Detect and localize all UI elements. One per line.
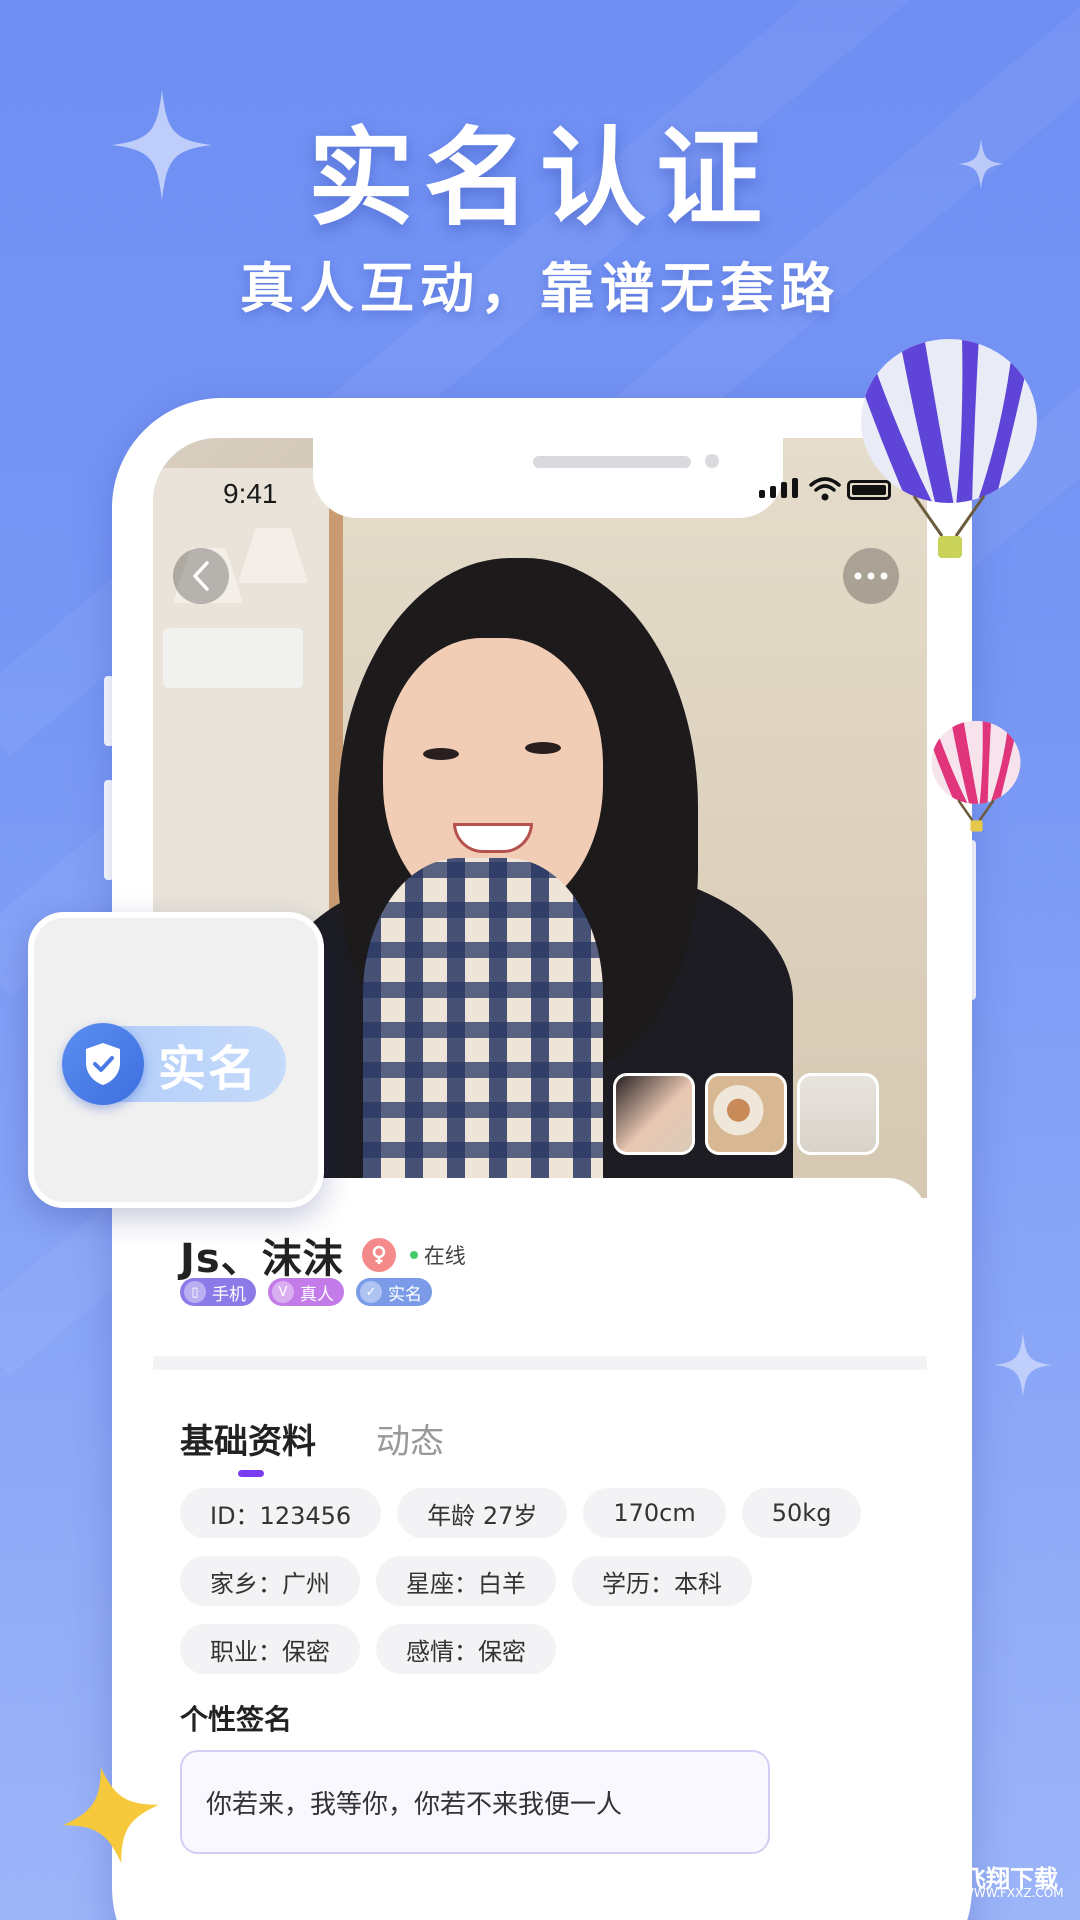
hot-air-balloon-icon bbox=[931, 720, 1021, 832]
name-row: Js、沫沫 在线 bbox=[180, 1226, 466, 1284]
page-subtitle: 真人互动，靠谱无套路 bbox=[240, 257, 840, 320]
photo-thumbnails bbox=[613, 1073, 879, 1155]
badge-real-name: ✓ 实名 bbox=[356, 1278, 432, 1306]
tag-hometown: 家乡：广州 bbox=[180, 1556, 360, 1606]
tag-weight: 50kg bbox=[741, 1488, 862, 1538]
hot-air-balloon-icon bbox=[861, 339, 1037, 558]
badge-phone: ▯ 手机 bbox=[180, 1278, 256, 1306]
section-divider bbox=[153, 1356, 927, 1370]
air-conditioner bbox=[163, 628, 303, 688]
signature-title: 个性签名 bbox=[180, 1703, 293, 1736]
page-title: 实名认证 bbox=[308, 117, 772, 240]
tag-height: 170cm bbox=[583, 1488, 726, 1538]
thumbnail-portrait[interactable] bbox=[613, 1073, 695, 1155]
v-icon: V bbox=[272, 1281, 294, 1303]
thumbnail-flowers[interactable] bbox=[797, 1073, 879, 1155]
verification-badges: ▯ 手机 V 真人 ✓ 实名 bbox=[180, 1278, 432, 1306]
tag-age: 年龄 27岁 bbox=[397, 1488, 568, 1538]
thumbnail-food[interactable] bbox=[705, 1073, 787, 1155]
profile-info-panel: Js、沫沫 在线 ▯ 手机 V 真人 ✓ 实名 基础资料 动态 ID：12345… bbox=[153, 1178, 927, 1920]
tag-education: 学历：本科 bbox=[572, 1556, 752, 1606]
real-name-label: 实名 bbox=[158, 1041, 259, 1097]
tab-moments[interactable]: 动态 bbox=[376, 1414, 444, 1463]
online-dot bbox=[409, 1251, 418, 1259]
back-button[interactable] bbox=[173, 548, 229, 604]
real-name-pill: 实名 bbox=[62, 1023, 286, 1105]
online-status: 在线 bbox=[423, 1244, 466, 1268]
badge-real-person: V 真人 bbox=[268, 1278, 344, 1306]
phone-notch bbox=[313, 438, 783, 518]
wifi-icon bbox=[809, 477, 841, 501]
tag-id: ID：123456 bbox=[180, 1488, 382, 1538]
real-name-badge-card: 实名 bbox=[28, 912, 324, 1208]
phone-icon: ▯ bbox=[184, 1281, 206, 1303]
watermark-logo-icon bbox=[912, 1864, 956, 1908]
profile-tabs: 基础资料 动态 bbox=[180, 1414, 444, 1477]
status-bar: 9:41 bbox=[153, 438, 927, 528]
site-watermark: 飞翔下载 WWW.FXXZ.COM bbox=[912, 1862, 1072, 1910]
check-shield-icon: ✓ bbox=[360, 1281, 382, 1303]
chevron-left-icon bbox=[192, 561, 209, 591]
yellow-star-icon bbox=[63, 1767, 159, 1863]
tab-basic-info[interactable]: 基础资料 bbox=[180, 1414, 316, 1477]
signature-box: 你若来，我等你，你若不来我便一人 bbox=[180, 1750, 770, 1854]
profile-name: Js、沫沫 bbox=[180, 1236, 344, 1282]
tag-occupation: 职业：保密 bbox=[180, 1624, 360, 1674]
tag-relationship: 感情：保密 bbox=[376, 1624, 556, 1674]
profile-tags: ID：123456 年龄 27岁 170cm 50kg 家乡：广州 星座：白羊 … bbox=[180, 1488, 900, 1674]
sparkle-icon bbox=[994, 1333, 1052, 1397]
status-time: 9:41 bbox=[223, 478, 278, 509]
female-icon bbox=[361, 1238, 396, 1272]
signal-icon bbox=[759, 478, 798, 498]
shield-check-icon bbox=[62, 1023, 144, 1105]
tag-zodiac: 星座：白羊 bbox=[376, 1556, 556, 1606]
